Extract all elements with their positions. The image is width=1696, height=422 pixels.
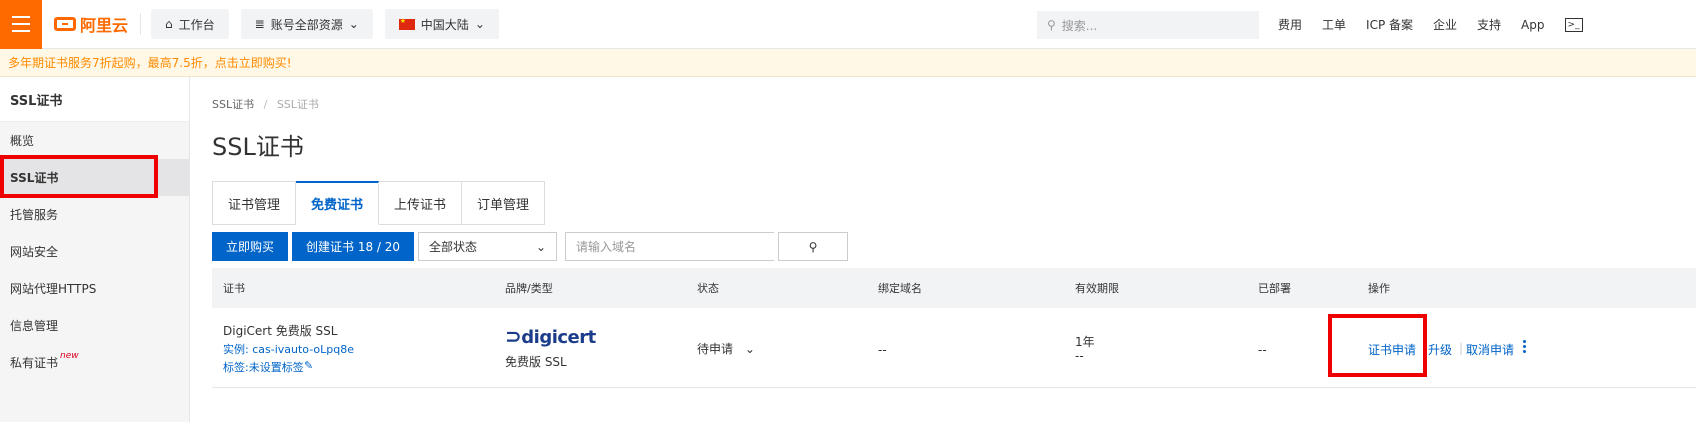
nav-icp[interactable]: ICP 备案 [1366, 16, 1413, 33]
tab-upload-cert[interactable]: 上传证书 [379, 181, 463, 225]
search-icon: ⚲ [808, 239, 818, 254]
promo-banner[interactable]: 多年期证书服务7折起购，最高7.5折，点击立即购买! [0, 49, 1696, 77]
domain-placeholder: 请输入域名 [576, 240, 637, 254]
resources-label: 账号全部资源 [270, 17, 343, 32]
sidebar-item-overview[interactable]: 概览 [0, 122, 189, 159]
sidebar-item-private-cert[interactable]: 私有证书 new [0, 344, 189, 381]
search-placeholder: 搜索... [1061, 18, 1098, 33]
action-divider: | [1423, 341, 1428, 355]
bound-domain: -- [878, 343, 887, 357]
validity-sub: -- [1075, 349, 1084, 363]
cert-name: DigiCert 免费版 SSL [223, 324, 338, 338]
sidebar: SSL证书 概览 SSL证书 托管服务 网站安全 网站代理HTTPS 信息管理 … [0, 77, 190, 422]
cancel-apply-link[interactable]: 取消申请 [1466, 341, 1514, 358]
tab-free-cert[interactable]: 免费证书 [296, 181, 380, 225]
domain-search-button[interactable]: ⚲ [778, 232, 849, 261]
home-icon: ⌂ [165, 17, 173, 31]
sidebar-item-label: SSL证书 [10, 171, 59, 185]
global-search-input[interactable]: ⚲ 搜索... [1037, 11, 1259, 39]
nav-billing[interactable]: 费用 [1278, 16, 1302, 33]
col-validity: 有效期限 [1075, 282, 1119, 295]
page-title: SSL证书 [212, 133, 304, 161]
col-cert: 证书 [223, 282, 245, 295]
resources-dropdown[interactable]: ≣ 账号全部资源 ⌄ [240, 9, 373, 39]
sidebar-item-label: 信息管理 [10, 319, 59, 333]
digicert-logo: ⊃digicert [505, 324, 596, 348]
sidebar-item-label: 网站代理HTTPS [10, 282, 97, 296]
nav-app[interactable]: App [1521, 18, 1544, 32]
sidebar-item-label: 网站安全 [10, 245, 59, 259]
status-filter-select[interactable]: 全部状态 ⌄ [418, 232, 558, 261]
cert-type: 免费版 SSL [505, 355, 567, 369]
chevron-down-icon: ⌄ [348, 17, 359, 31]
digicert-logo-mark: ⊃ [505, 324, 522, 348]
nav-tickets[interactable]: 工单 [1322, 16, 1346, 33]
sidebar-item-proxy-https[interactable]: 网站代理HTTPS [0, 270, 189, 307]
china-flag-icon [398, 17, 415, 30]
col-status: 状态 [697, 282, 719, 295]
promo-text[interactable]: 多年期证书服务7折起购，最高7.5折，点击立即购买! [8, 54, 292, 71]
sidebar-item-site-security[interactable]: 网站安全 [0, 233, 189, 270]
aliyun-logo[interactable]: 阿里云 [54, 12, 128, 36]
validity-value: 1年 [1075, 335, 1095, 349]
divider [140, 13, 142, 35]
breadcrumb-sep: / [263, 98, 268, 111]
tab-bar: 证书管理 免费证书 上传证书 订单管理 [212, 181, 546, 225]
edit-icon[interactable]: ✎ [304, 359, 313, 372]
chevron-down-icon: ⌄ [744, 342, 755, 356]
tab-orders[interactable]: 订单管理 [462, 181, 546, 225]
sidebar-item-info[interactable]: 信息管理 [0, 307, 189, 344]
apply-cert-link[interactable]: 证书申请 [1368, 341, 1416, 358]
deployed-value: -- [1258, 343, 1267, 357]
more-actions-icon[interactable] [1515, 339, 1526, 353]
search-icon: ⚲ [1047, 18, 1056, 32]
chevron-down-icon: ⌄ [474, 17, 485, 31]
aliyun-logo-icon [54, 17, 76, 31]
region-label: 中国大陆 [420, 17, 469, 32]
sidebar-item-label: 概览 [10, 134, 35, 148]
terminal-icon[interactable]: >_ [1564, 17, 1583, 32]
status-filter-value: 全部状态 [429, 240, 478, 254]
breadcrumb-root[interactable]: SSL证书 [212, 98, 254, 111]
col-actions: 操作 [1368, 282, 1390, 295]
cert-tag-link[interactable]: 标签:未设置标签 [223, 359, 304, 375]
col-domain: 绑定域名 [878, 282, 922, 295]
sidebar-item-label: 私有证书 [10, 356, 59, 370]
new-badge: new [60, 350, 79, 361]
status-value: 待申请 [697, 342, 734, 356]
main-content: SSL证书 / SSL证书 SSL证书 证书管理 免费证书 上传证书 订单管理 … [190, 77, 1696, 422]
sidebar-item-label: 托管服务 [10, 208, 59, 222]
table-header: 证书 品牌/类型 状态 绑定域名 有效期限 已部署 操作 [212, 268, 1696, 308]
server-icon: ≣ [254, 17, 265, 31]
brand-logo-text: digicert [521, 327, 596, 348]
table-row: DigiCert 免费版 SSL 实例: cas-ivauto-oLpq8e 标… [212, 308, 1696, 388]
upgrade-link[interactable]: 升级 [1428, 341, 1452, 358]
tab-cert-manage[interactable]: 证书管理 [212, 181, 297, 225]
action-divider: | [1459, 341, 1464, 355]
workbench-label: 工作台 [178, 17, 215, 32]
nav-support[interactable]: 支持 [1477, 16, 1501, 33]
chevron-down-icon: ⌄ [535, 239, 547, 254]
sidebar-title: SSL证书 [0, 77, 189, 122]
create-cert-button[interactable]: 创建证书 18 / 20 [292, 232, 415, 261]
sidebar-item-ssl[interactable]: SSL证书 [0, 159, 189, 196]
cert-instance-link[interactable]: 实例: cas-ivauto-oLpq8e [223, 341, 354, 357]
col-deployed: 已部署 [1258, 282, 1291, 295]
vertical-dots-icon [1523, 340, 1526, 353]
sidebar-item-managed[interactable]: 托管服务 [0, 196, 189, 233]
domain-search-input[interactable]: 请输入域名 [565, 232, 775, 261]
col-brand: 品牌/类型 [505, 282, 553, 295]
breadcrumb: SSL证书 / SSL证书 [212, 96, 319, 112]
workbench-button[interactable]: ⌂ 工作台 [151, 9, 229, 39]
region-dropdown[interactable]: 中国大陆 ⌄ [384, 9, 499, 39]
menu-icon[interactable] [0, 0, 42, 49]
top-nav: 费用 工单 ICP 备案 企业 支持 App >_ [1278, 0, 1583, 49]
logo-text: 阿里云 [80, 16, 129, 35]
breadcrumb-current: SSL证书 [276, 98, 319, 111]
buy-now-button[interactable]: 立即购买 [212, 232, 289, 261]
nav-enterprise[interactable]: 企业 [1433, 16, 1457, 33]
status-dropdown[interactable]: 待申请 ⌄ [697, 340, 755, 357]
toolbar: 立即购买 创建证书 18 / 20 全部状态 ⌄ 请输入域名 ⚲ [212, 232, 849, 261]
